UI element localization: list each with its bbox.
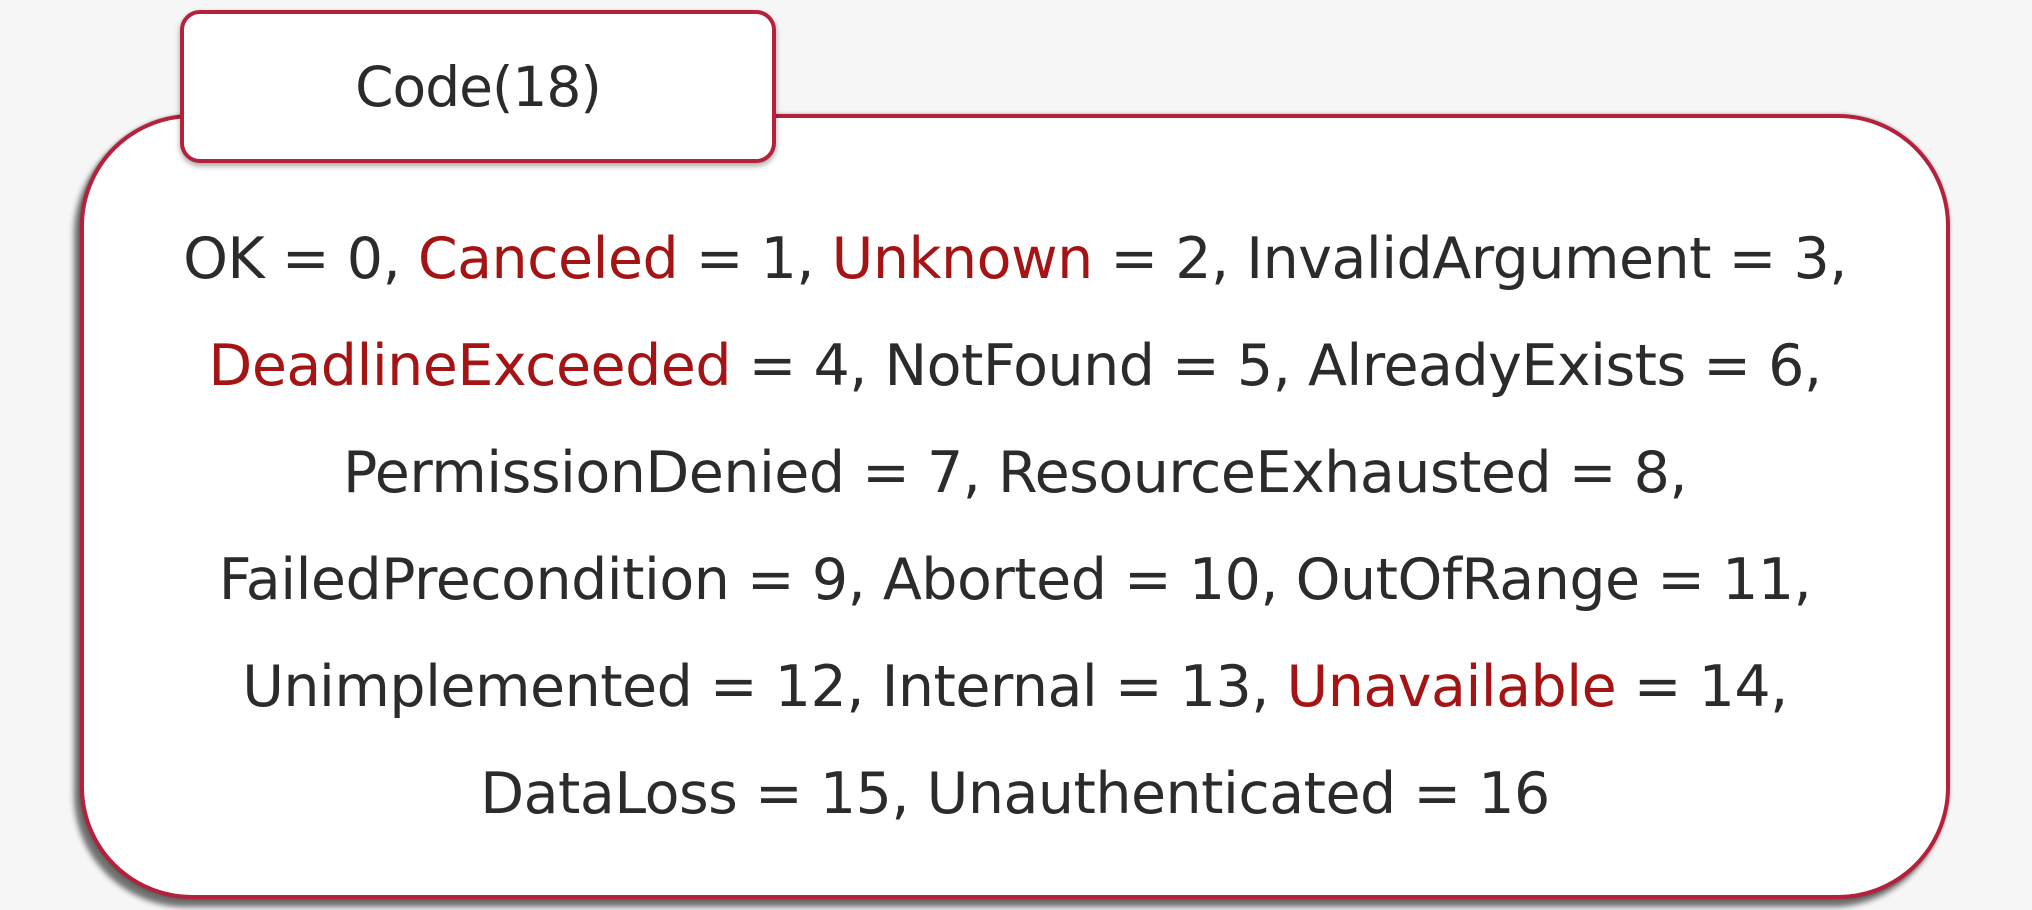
code-line: OK = 0, Canceled = 1, Unknown = 2, Inval… — [80, 206, 1950, 313]
code-line: DataLoss = 15, Unauthenticated = 16 — [80, 741, 1950, 848]
code-text: = 4, NotFound = 5, AlreadyExists = 6, — [731, 333, 1822, 399]
code-line: Unimplemented = 12, Internal = 13, Unava… — [80, 634, 1950, 741]
code-title: Code(18) — [355, 54, 602, 119]
highlighted-code-name: Canceled — [417, 226, 679, 292]
code-text: FailedPrecondition = 9, Aborted = 10, Ou… — [218, 547, 1812, 613]
code-line: FailedPrecondition = 9, Aborted = 10, Ou… — [80, 527, 1950, 634]
code-list: OK = 0, Canceled = 1, Unknown = 2, Inval… — [80, 206, 1950, 848]
code-text: Unimplemented = 12, Internal = 13, — [242, 654, 1287, 720]
code-text: = 14, — [1616, 654, 1789, 720]
code-title-tab: Code(18) — [180, 10, 776, 163]
highlighted-code-name: Unknown — [831, 226, 1094, 292]
highlighted-code-name: DeadlineExceeded — [208, 333, 732, 399]
code-text: PermissionDenied = 7, ResourceExhausted … — [342, 440, 1688, 506]
code-text: = 1, — [678, 226, 832, 292]
code-line: DeadlineExceeded = 4, NotFound = 5, Alre… — [80, 313, 1950, 420]
code-text: = 2, InvalidArgument = 3, — [1092, 226, 1847, 292]
code-text: OK = 0, — [183, 226, 418, 292]
code-line: PermissionDenied = 7, ResourceExhausted … — [80, 420, 1950, 527]
highlighted-code-name: Unavailable — [1286, 654, 1617, 720]
code-text: DataLoss = 15, Unauthenticated = 16 — [480, 761, 1550, 827]
